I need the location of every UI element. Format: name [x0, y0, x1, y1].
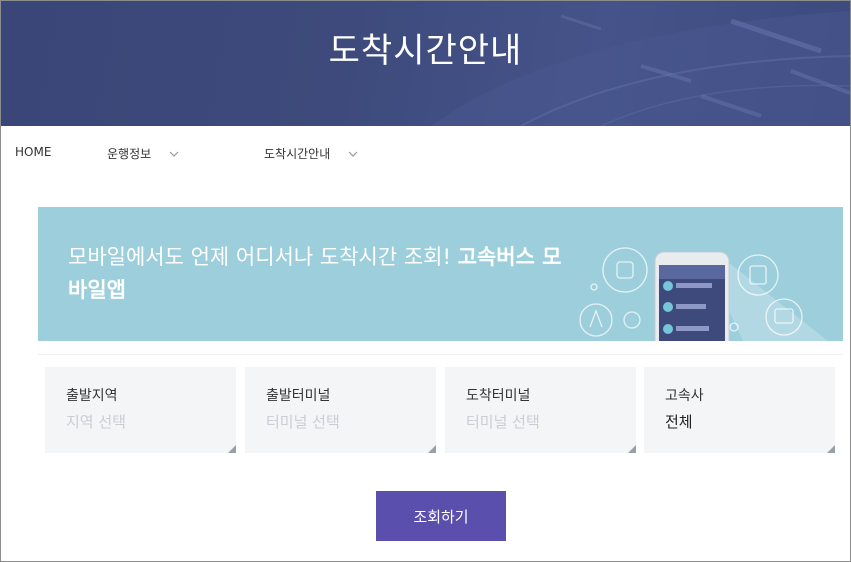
page-header: 도착시간안내	[1, 1, 850, 126]
search-button[interactable]: 조회하기	[376, 491, 506, 541]
departure-terminal-select[interactable]: 출발터미널 터미널 선택	[245, 367, 436, 453]
breadcrumb-home[interactable]: HOME	[15, 145, 51, 159]
field-label: 도착터미널	[466, 388, 531, 404]
chevron-down-icon	[348, 151, 358, 157]
corner-indicator-icon	[827, 445, 835, 453]
corner-indicator-icon	[628, 445, 636, 453]
field-label: 출발터미널	[266, 388, 331, 404]
field-value: 지역 선택	[66, 413, 126, 431]
arrival-terminal-select[interactable]: 도착터미널 터미널 선택	[445, 367, 636, 453]
bus-company-select[interactable]: 고속사 전체	[644, 367, 835, 453]
breadcrumb-level2-label: 도착시간안내	[264, 147, 331, 161]
page-frame: 도착시간안내 HOME 운행정보 도착시간안내 모바일에서도 언제 어디서나 도…	[0, 0, 851, 562]
field-label: 출발지역	[66, 388, 118, 404]
banner-illustration	[579, 247, 828, 341]
corner-indicator-icon	[228, 445, 236, 453]
field-value: 터미널 선택	[466, 413, 540, 431]
field-value: 전체	[665, 413, 693, 431]
corner-indicator-icon	[428, 445, 436, 453]
breadcrumb-level2-dropdown[interactable]: 도착시간안내	[264, 145, 358, 162]
field-value: 터미널 선택	[266, 413, 340, 431]
breadcrumb-home-label: HOME	[15, 145, 52, 159]
breadcrumb-level1-label: 운행정보	[107, 147, 152, 161]
search-form: 출발지역 지역 선택 출발터미널 터미널 선택 도착터미널 터미널 선택 고속사…	[38, 354, 843, 465]
breadcrumb: HOME 운행정보 도착시간안내	[1, 126, 850, 178]
chevron-down-icon	[169, 151, 179, 157]
departure-region-select[interactable]: 출발지역 지역 선택	[45, 367, 236, 453]
smartphone-graphic	[654, 251, 828, 341]
page-title: 도착시간안내	[328, 31, 523, 71]
breadcrumb-level1-dropdown[interactable]: 운행정보	[107, 145, 179, 162]
field-label: 고속사	[665, 388, 704, 404]
mobile-app-banner[interactable]: 모바일에서도 언제 어디서나 도착시간 조회! 고속버스 모바일앱	[38, 207, 843, 341]
